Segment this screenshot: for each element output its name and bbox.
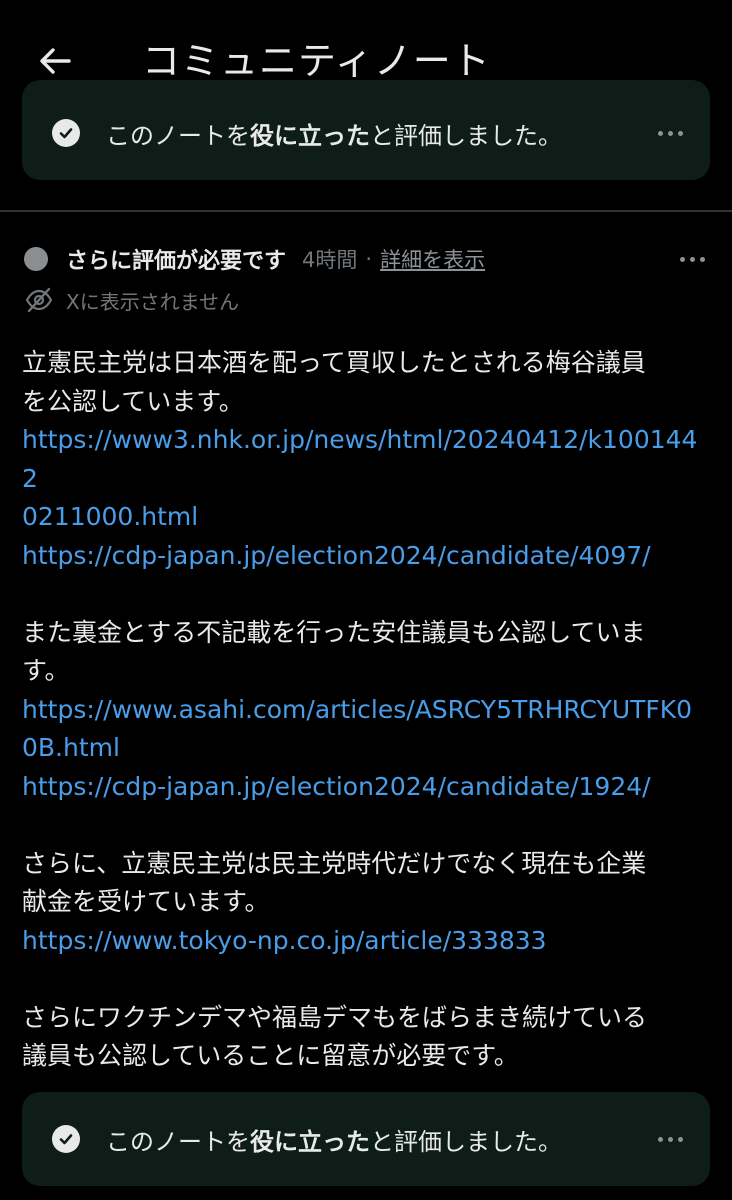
note-more-options-icon[interactable] (672, 244, 712, 274)
source-link[interactable]: https://cdp-japan.jp/election2024/candid… (22, 537, 712, 576)
back-button[interactable] (30, 36, 80, 86)
rated-helpful-text: このノートを役に立ったと評価しました。 (106, 1127, 562, 1156)
status-label: さらに評価が必要です (66, 249, 287, 274)
section-divider (0, 210, 732, 212)
check-circle-icon (52, 119, 80, 147)
more-options-icon[interactable] (650, 1124, 690, 1154)
rated-helpful-text: このノートを役に立ったと評価しました。 (106, 121, 562, 150)
show-details-link[interactable]: 詳細を表示 (380, 244, 485, 274)
note-body: 立憲民主党は日本酒を配って買収したとされる梅谷議員 を公認しています。 https… (22, 344, 712, 1076)
page-title: コミュニティノート (142, 39, 491, 83)
note-timestamp: 4時間 (302, 248, 358, 272)
note-paragraph: さらに、立憲民主党は民主党時代だけでなく現在も企業 献金を受けています。 (22, 848, 647, 917)
source-link[interactable]: https://cdp-japan.jp/election2024/candid… (22, 768, 712, 807)
note-paragraph: さらにワクチンデマや福島デマもをばらまき続けている 議員も公認していることに留意が… (22, 1002, 648, 1071)
more-options-icon[interactable] (650, 118, 690, 148)
rated-helpful-banner: このノートを役に立ったと評価しました。 (22, 1092, 710, 1186)
note-status-row: さらに評価が必要です 4時間 · 詳細を表示 (24, 240, 712, 278)
note-paragraph: また裏金とする不記載を行った安住議員も公認していま す。 (22, 617, 646, 686)
not-shown-text: Xに表示されません (66, 289, 240, 314)
source-link[interactable]: https://www.tokyo-np.co.jp/article/33383… (22, 922, 712, 961)
arrow-left-icon (40, 48, 71, 74)
source-link[interactable]: https://www3.nhk.or.jp/news/html/2024041… (22, 421, 712, 537)
eye-slash-icon (25, 287, 53, 313)
rated-helpful-banner: このノートを役に立ったと評価しました。 (22, 80, 710, 180)
note-paragraph: 立憲民主党は日本酒を配って買収したとされる梅谷議員 を公認しています。 (22, 348, 646, 416)
separator-dot: · (365, 247, 373, 271)
source-link[interactable]: https://www.asahi.com/articles/ASRCY5TRH… (22, 691, 712, 768)
status-dot-icon (24, 247, 48, 271)
check-circle-icon (52, 1125, 80, 1153)
not-shown-on-x-row: Xに表示されません (24, 284, 239, 316)
